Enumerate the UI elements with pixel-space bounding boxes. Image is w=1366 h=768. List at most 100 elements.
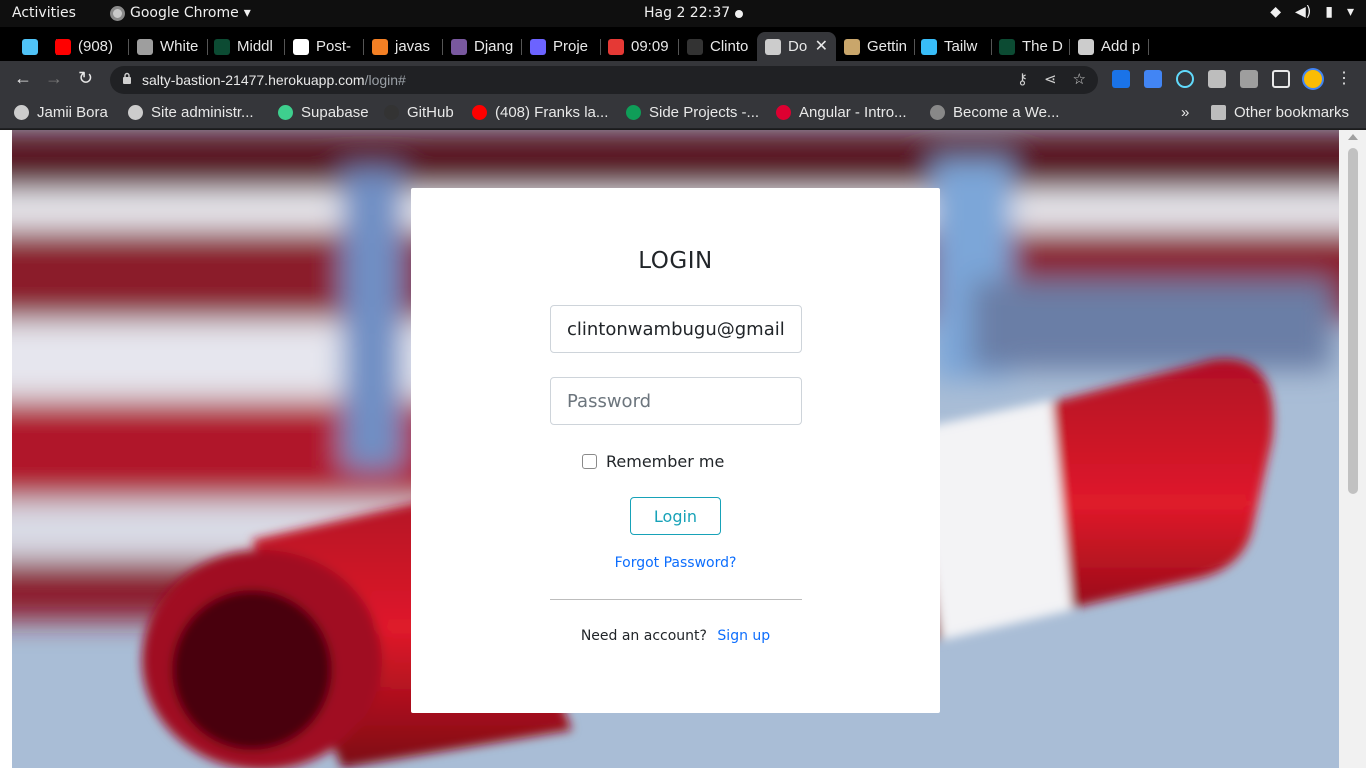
tab[interactable]: Tailw	[913, 32, 992, 61]
extension-icon[interactable]	[1144, 70, 1162, 88]
bookmark-label: GitHub	[407, 104, 454, 121]
tailwind-icon	[921, 38, 937, 55]
tab-label: Djang	[474, 38, 514, 55]
system-top-bar: Activities Google Chrome ▾ Hag 2 22:37 ◆…	[0, 0, 1366, 27]
puzzle-icon[interactable]	[1208, 70, 1226, 88]
remember-me-label: Remember me	[606, 452, 725, 471]
star-icon[interactable]: ☆	[1073, 70, 1086, 88]
react-devtools-icon[interactable]	[1176, 70, 1194, 88]
login-button[interactable]: Login	[630, 497, 721, 535]
back-icon[interactable]: ←	[14, 68, 32, 89]
tab-label: (908)	[78, 38, 114, 55]
tab-label: Add p	[1101, 38, 1141, 55]
tab-separator	[1148, 39, 1149, 55]
tab[interactable]: Gettin	[836, 32, 915, 61]
tab[interactable]: (908)	[47, 32, 129, 61]
bookmark-label: Site administr...	[151, 104, 254, 121]
tab-label: 09:09	[631, 38, 669, 55]
bookmark-item[interactable]: Jamii Bora	[14, 104, 108, 121]
bookmarks-bar: Jamii Bora Site administr... Supabase GitHu…	[0, 99, 1366, 129]
page-title: LOGIN	[638, 248, 713, 274]
tab[interactable]: Middl	[206, 32, 285, 61]
tab[interactable]: javas	[364, 32, 443, 61]
app-name: Google Chrome	[130, 5, 239, 21]
notification-dot-icon	[735, 10, 743, 18]
chevron-down-icon: ▾	[1346, 4, 1354, 20]
bookmark-label: Become a We...	[953, 104, 1060, 121]
forward-icon[interactable]: →	[45, 68, 63, 89]
tab-label: Tailw	[944, 38, 978, 55]
tab[interactable]: Clinto	[679, 32, 758, 61]
bookmark-item[interactable]: Angular - Intro...	[776, 104, 907, 121]
share-icon[interactable]: ⋖	[1044, 70, 1057, 88]
django-icon	[999, 38, 1015, 55]
other-bookmarks-folder[interactable]: Other bookmarks	[1211, 104, 1349, 121]
bookmark-label: Jamii Bora	[37, 104, 108, 121]
github-icon	[687, 38, 703, 55]
divider	[550, 599, 802, 600]
reload-icon[interactable]: ↻	[78, 68, 93, 89]
bookmark-item[interactable]: GitHub	[384, 104, 454, 121]
tab[interactable]: White	[129, 32, 208, 61]
owl-icon	[844, 38, 860, 55]
tab[interactable]: Add p	[1070, 32, 1149, 61]
heroku-icon	[451, 38, 467, 55]
globe-icon	[765, 38, 781, 55]
bookmarks-overflow[interactable]: »	[1181, 104, 1189, 121]
tab[interactable]: Do ✕	[757, 32, 836, 61]
tab-label: Middl	[237, 38, 273, 55]
tab-label: The D	[1022, 38, 1063, 55]
address-bar[interactable]: salty-bastion-21477.herokuapp.com/login#…	[110, 66, 1098, 94]
tab-label: Proje	[553, 38, 589, 55]
tab-strip: (908) White Middl Post-javas Djang Proje 09:0…	[0, 27, 1366, 82]
vue-icon	[930, 105, 945, 120]
menu-icon[interactable]: ⋮	[1336, 70, 1352, 88]
chrome-icon	[110, 5, 125, 21]
tab[interactable]: The D	[991, 32, 1070, 61]
supabase-icon	[278, 105, 293, 120]
bookmark-item[interactable]: Site administr...	[128, 104, 254, 121]
folder-icon	[1211, 105, 1226, 120]
tab-label: Do	[788, 38, 808, 55]
tab[interactable]: Post-	[285, 32, 364, 61]
system-tray[interactable]: ◆ ◀) ▮ ▾	[1270, 4, 1354, 20]
bookmark-item[interactable]: (408) Franks la...	[472, 104, 608, 121]
clock[interactable]: Hag 2 22:37	[644, 5, 730, 21]
scroll-up-icon[interactable]	[1348, 134, 1358, 140]
google-icon	[293, 38, 309, 55]
angular-icon	[776, 105, 791, 120]
tab[interactable]: 09:09	[600, 32, 679, 61]
media-icon[interactable]	[1240, 70, 1258, 88]
youtube-icon	[55, 38, 71, 55]
app-menu[interactable]: Google Chrome ▾	[110, 5, 251, 21]
key-icon[interactable]: ⚷	[1017, 70, 1028, 88]
gem-icon	[22, 38, 38, 55]
email-field[interactable]	[550, 305, 802, 353]
activities-button[interactable]: Activities	[12, 5, 76, 21]
chevron-down-icon: ▾	[243, 5, 251, 21]
forgot-password-link: Forgot Password?	[614, 555, 737, 571]
signup-row: Need an account? Sign up	[411, 628, 940, 644]
tab[interactable]: Djang	[443, 32, 522, 61]
browser-toolbar: ← → ↻ salty-bastion-21477.herokuapp.com/…	[0, 61, 1366, 99]
password-field[interactable]	[550, 377, 802, 425]
page-scrollbar[interactable]	[1339, 130, 1366, 768]
tab-label: Gettin	[867, 38, 908, 55]
extension-icon[interactable]	[1112, 70, 1130, 88]
bookmark-item[interactable]: Supabase	[278, 104, 369, 121]
gear-icon	[14, 105, 29, 120]
bookmark-label: Angular - Intro...	[799, 104, 907, 121]
signup-link[interactable]: Sign up	[717, 628, 770, 644]
avatar[interactable]	[1304, 70, 1322, 88]
checkbox-icon[interactable]	[582, 454, 597, 469]
wifi-icon: ◆	[1270, 4, 1282, 20]
bookmark-item[interactable]: Become a We...	[930, 104, 1059, 121]
stackoverflow-icon	[372, 38, 388, 55]
tab[interactable]: Proje	[522, 32, 601, 61]
close-tab-icon[interactable]: ✕	[815, 36, 828, 56]
remember-me-checkbox[interactable]: Remember me	[582, 452, 724, 471]
github-icon	[384, 105, 399, 120]
scrollbar-thumb[interactable]	[1348, 148, 1358, 494]
side-panel-icon[interactable]	[1272, 70, 1290, 88]
bookmark-item[interactable]: Side Projects -...	[626, 104, 759, 121]
